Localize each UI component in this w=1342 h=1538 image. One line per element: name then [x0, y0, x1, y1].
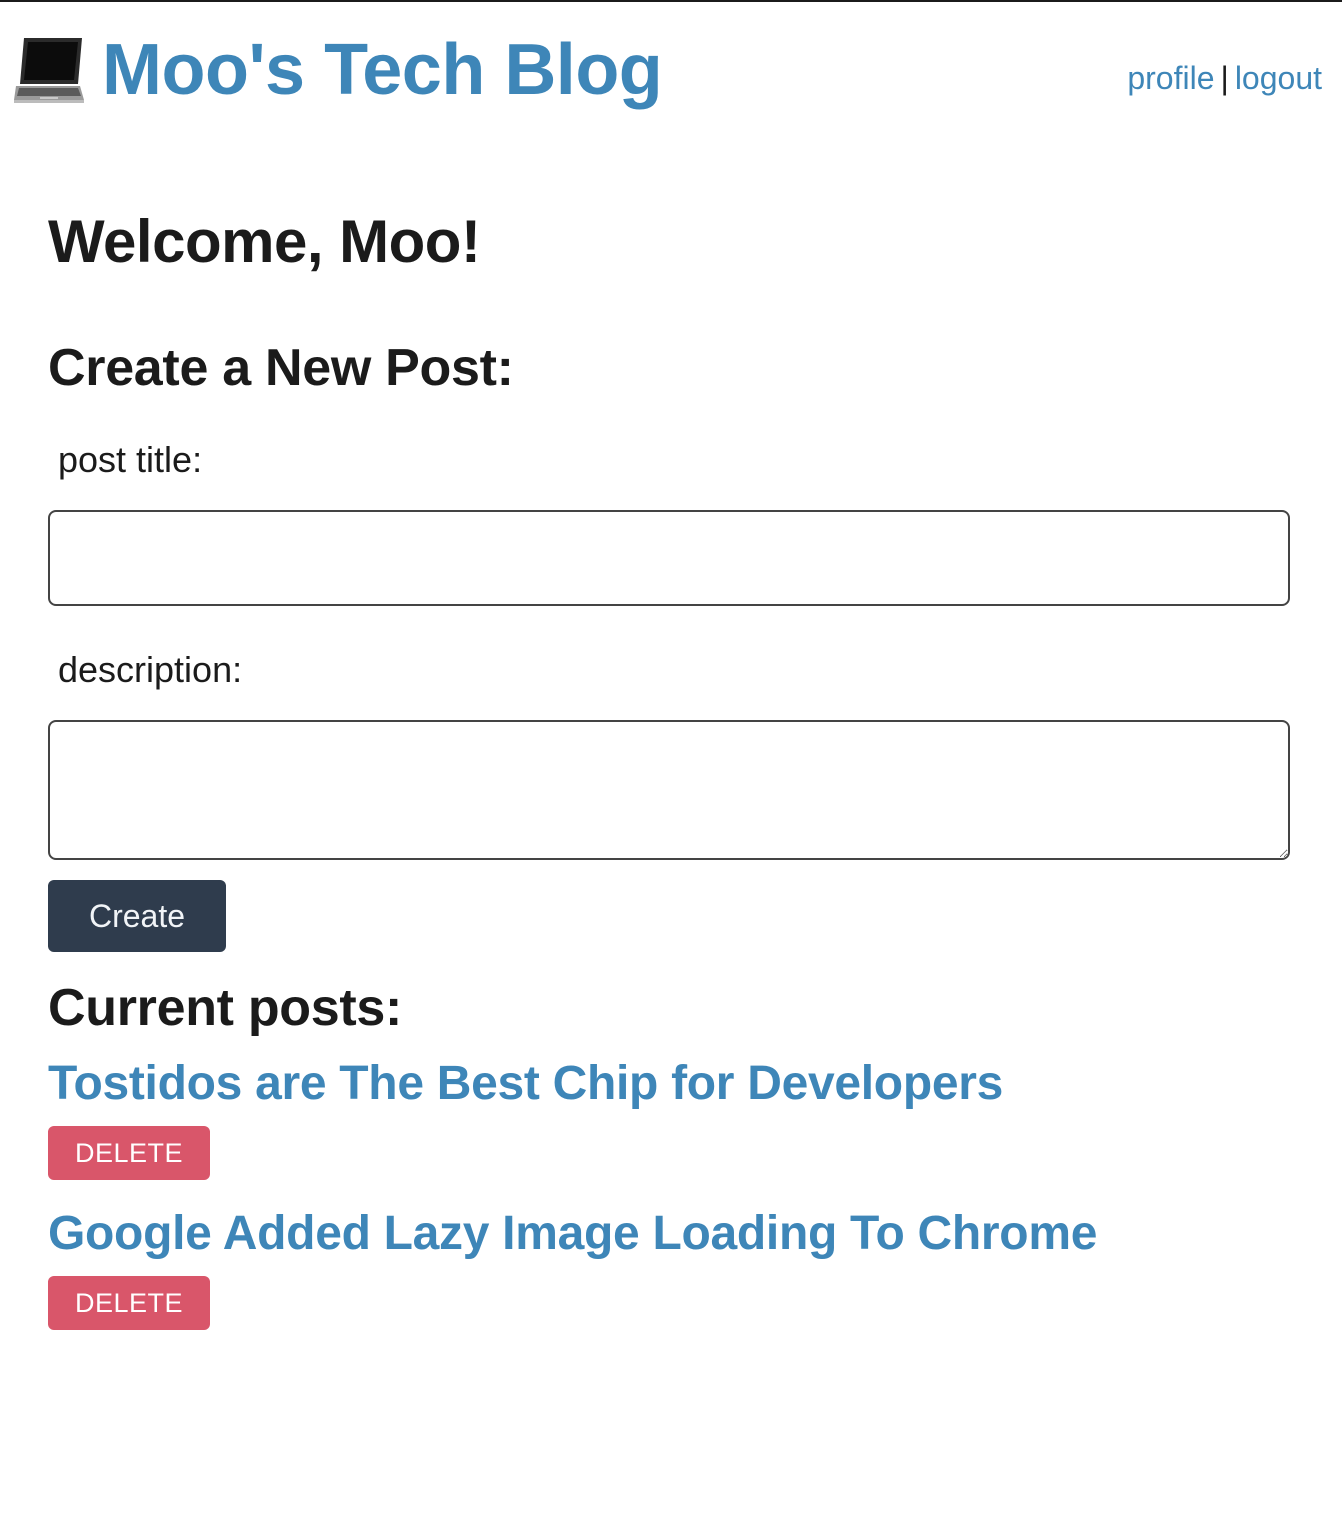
list-item: Tostidos are The Best Chip for Developer… — [48, 1054, 1290, 1180]
site-title-link[interactable]: Moo's Tech Blog — [102, 30, 663, 110]
new-post-form: Create a New Post: post title: descripti… — [48, 336, 1290, 952]
dashboard-main: Welcome, Moo! Create a New Post: post ti… — [48, 202, 1290, 1330]
post-title-link[interactable]: Tostidos are The Best Chip for Developer… — [48, 1054, 1290, 1114]
logout-link[interactable]: logout — [1235, 60, 1322, 96]
posts-list: Tostidos are The Best Chip for Developer… — [48, 1054, 1290, 1330]
description-label: description: — [58, 649, 243, 690]
post-title-link[interactable]: Google Added Lazy Image Loading To Chrom… — [48, 1204, 1290, 1264]
header-nav: profile | logout — [1127, 58, 1322, 98]
create-post-heading: Create a New Post: — [48, 339, 514, 397]
welcome-heading: Welcome, Moo! — [48, 208, 481, 275]
current-posts-heading: Current posts: — [48, 979, 403, 1037]
list-item: Google Added Lazy Image Loading To Chrom… — [48, 1204, 1290, 1330]
nav-separator: | — [1220, 60, 1229, 96]
laptop-icon — [14, 34, 86, 106]
delete-button[interactable]: DELETE — [48, 1276, 210, 1330]
profile-link[interactable]: profile — [1127, 60, 1214, 96]
delete-button[interactable]: DELETE — [48, 1126, 210, 1180]
site-header: Moo's Tech Blog — [14, 30, 663, 110]
post-title-input[interactable] — [48, 510, 1290, 606]
create-button[interactable]: Create — [48, 880, 226, 952]
post-title-label: post title: — [58, 439, 203, 480]
description-textarea[interactable] — [48, 720, 1290, 860]
